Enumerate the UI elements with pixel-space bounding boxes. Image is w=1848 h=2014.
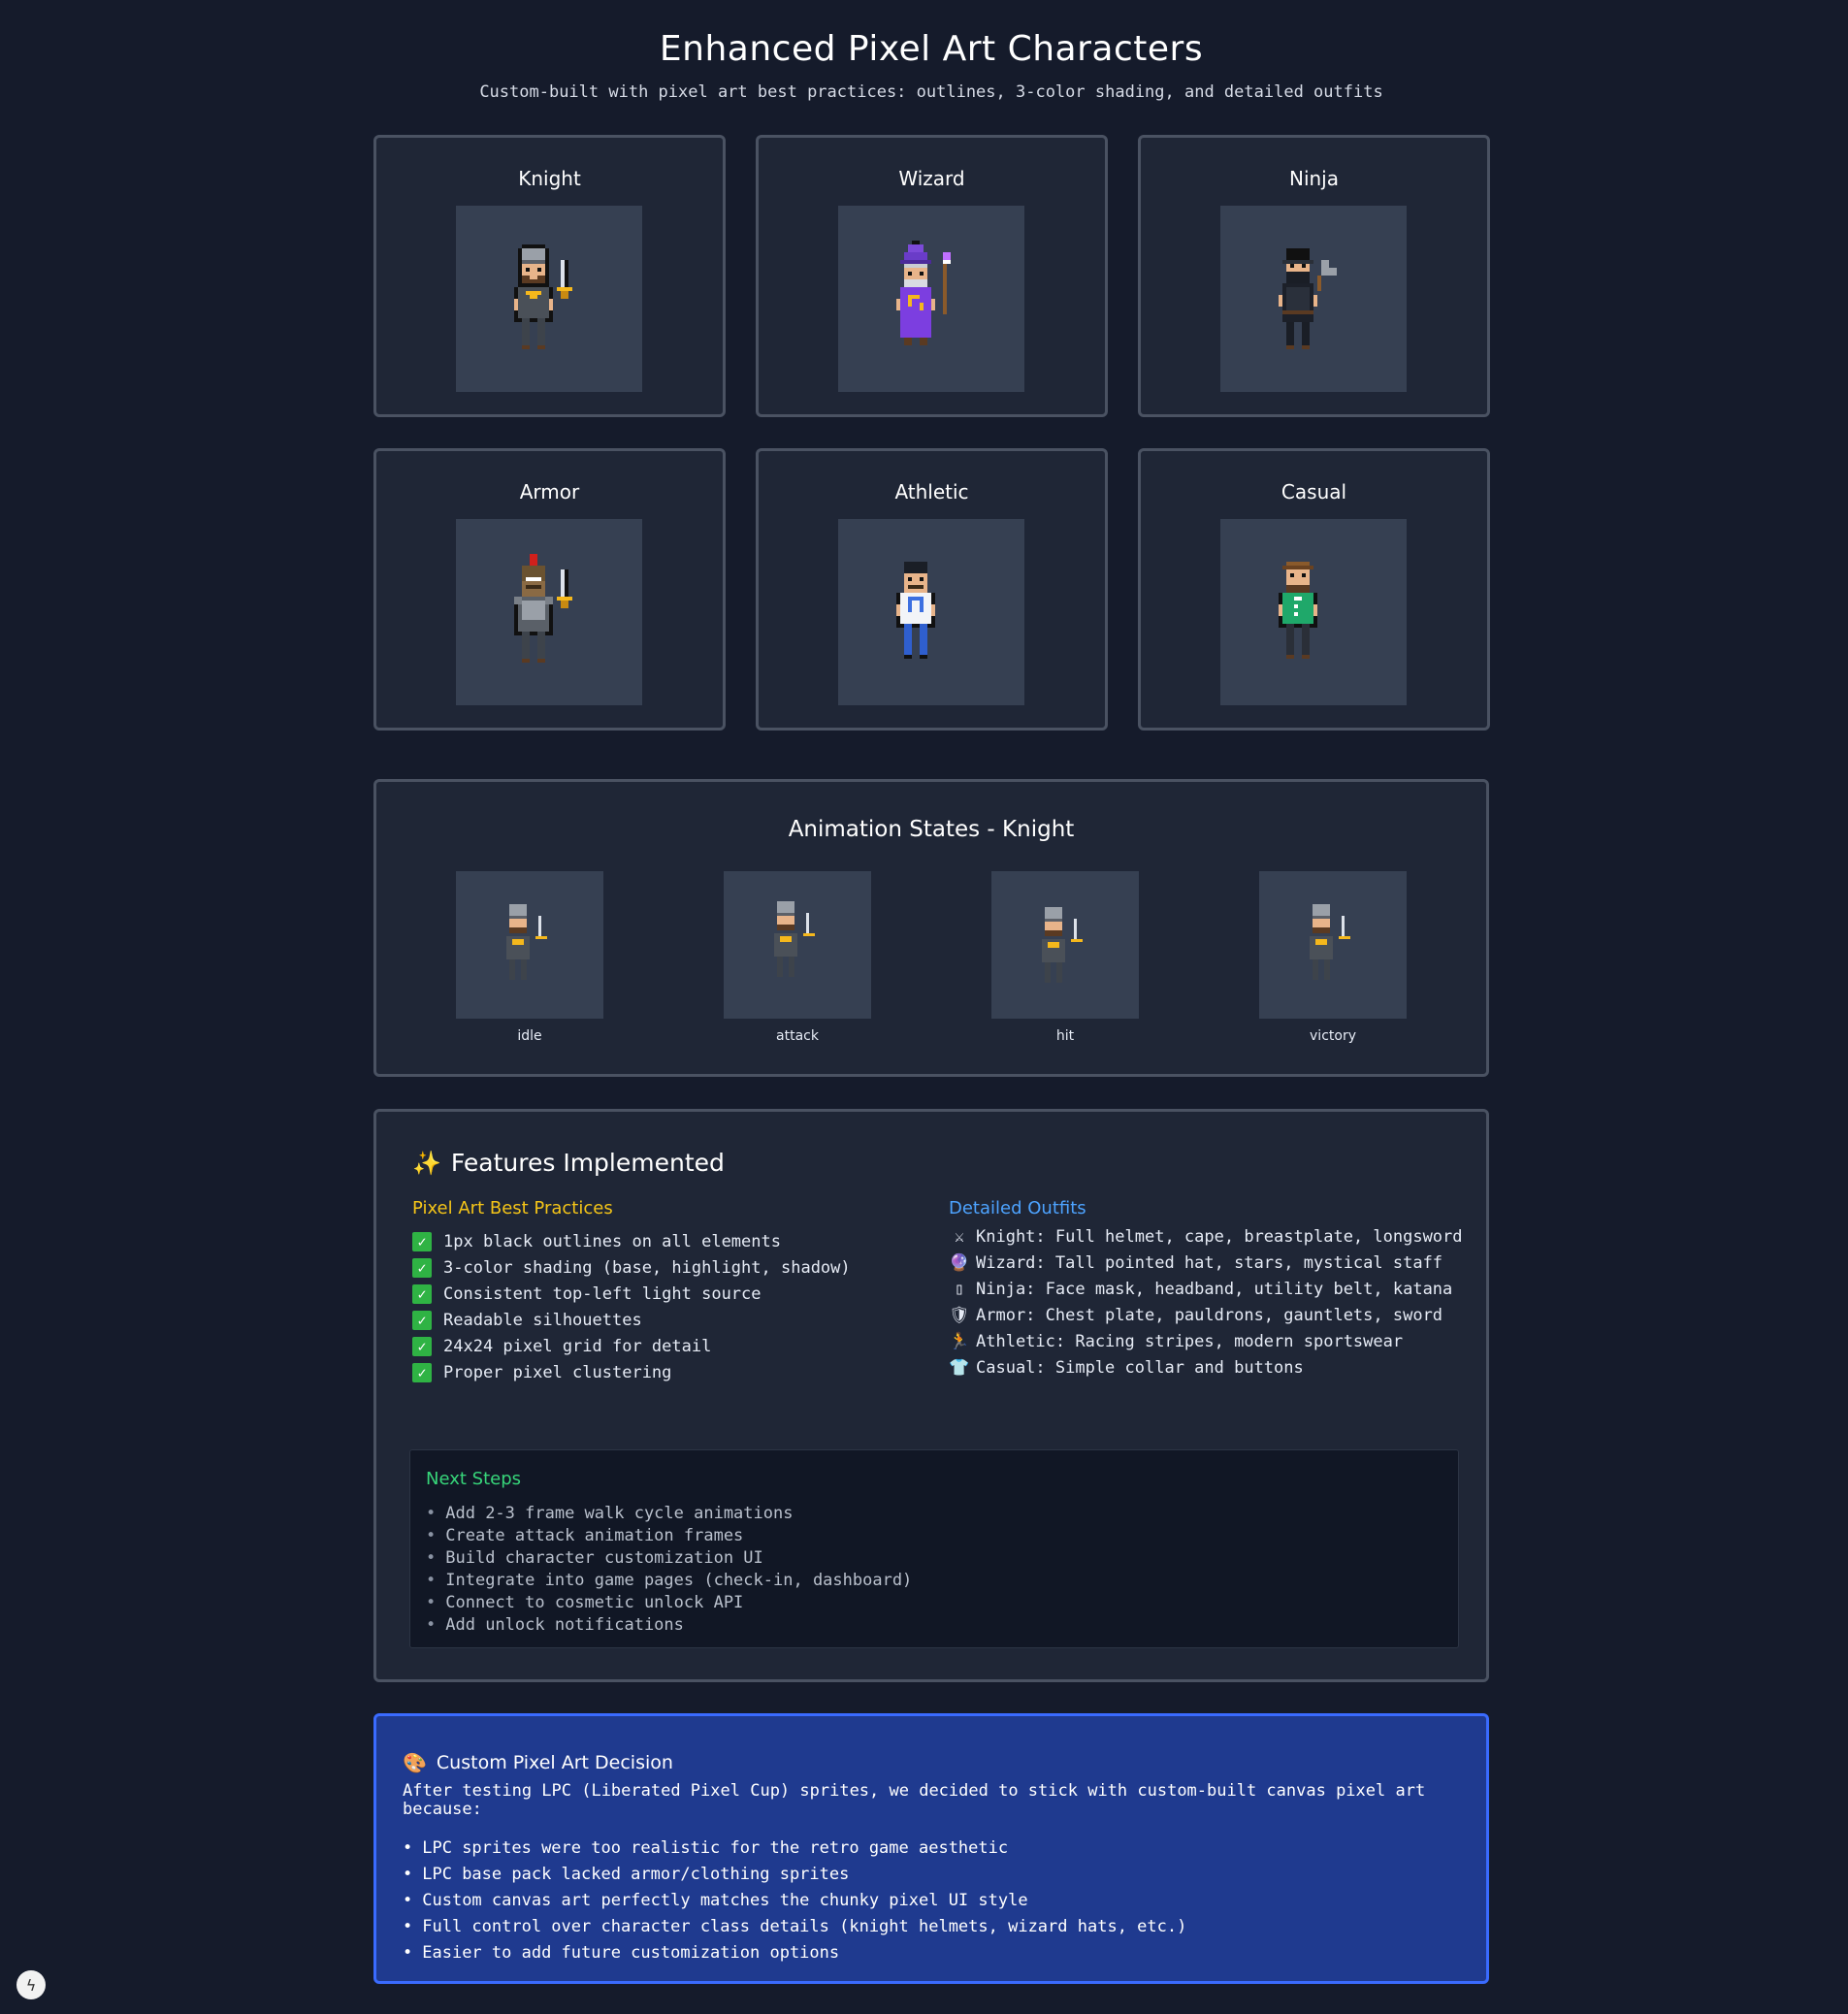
- card-title: Ninja: [1288, 167, 1339, 190]
- page-container: Enhanced Pixel Art Characters Custom-bui…: [373, 0, 1490, 1984]
- list-item: LPC sprites were too realistic for the r…: [403, 1838, 1186, 1865]
- ninja-sprite: [1279, 248, 1337, 349]
- list-item: 👕 Casual: Simple collar and buttons: [949, 1358, 1304, 1378]
- decision-title-text: Custom Pixel Art Decision: [436, 1752, 673, 1773]
- sprite-frame: [1220, 519, 1407, 705]
- shirt-icon: 👕: [949, 1358, 970, 1378]
- palette-icon: 🎨: [403, 1751, 427, 1774]
- list-item: Custom canvas art perfectly matches the …: [403, 1891, 1186, 1917]
- card-title: Athletic: [894, 480, 969, 504]
- next-steps-list: Add 2-3 frame walk cycle animations Crea…: [426, 1504, 912, 1638]
- next-steps-title: Next Steps: [426, 1469, 522, 1489]
- list-item: ▯ Ninja: Face mask, headband, utility bel…: [949, 1281, 1463, 1299]
- animation-title: Animation States - Knight: [788, 817, 1075, 842]
- features-panel: ✨ Features Implemented Pixel Art Best Pr…: [373, 1109, 1489, 1682]
- list-item: ✓ Readable silhouettes: [412, 1307, 917, 1333]
- crystal-ball-icon: 🔮: [949, 1253, 970, 1273]
- features-title-text: Features Implemented: [450, 1149, 725, 1177]
- casual-sprite: [1279, 562, 1317, 659]
- list-item: ✓ 3-color shading (base, highlight, shado…: [412, 1254, 917, 1281]
- list-item: ✓ 1px black outlines on all elements: [412, 1228, 917, 1254]
- animation-states-panel: Animation States - Knight idle attack hi…: [373, 779, 1489, 1077]
- check-icon: ✓: [412, 1310, 432, 1330]
- character-card-knight[interactable]: Knight: [373, 135, 726, 417]
- page-subtitle: Custom-built with pixel art best practic…: [479, 82, 1383, 102]
- list-item: ✓ Consistent top-left light source: [412, 1281, 917, 1307]
- list-item: 🏃 Athletic: Racing stripes, modern sports…: [949, 1332, 1404, 1351]
- check-icon: ✓: [412, 1362, 432, 1382]
- sprite-frame: [456, 519, 642, 705]
- animation-frame-hit[interactable]: hit: [991, 871, 1139, 1044]
- animation-frame-attack[interactable]: attack: [724, 871, 871, 1044]
- list-item: ⚔ Knight: Full helmet, cape, breastplate,…: [949, 1228, 1463, 1247]
- sprite-frame: [456, 206, 642, 392]
- character-card-athletic[interactable]: Athletic: [756, 448, 1108, 731]
- crossed-swords-icon: ⚔: [954, 1227, 965, 1247]
- sprite-frame: [456, 871, 603, 1019]
- list-item: ✓ 24x24 pixel grid for detail: [412, 1333, 917, 1359]
- list-item: Add 2-3 frame walk cycle animations: [426, 1504, 912, 1526]
- sprite-frame: [724, 871, 871, 1019]
- animation-frame-victory[interactable]: victory: [1259, 871, 1407, 1044]
- outfits-list: ⚔ Knight: Full helmet, cape, breastplate,…: [949, 1228, 1463, 1385]
- knight-sprite: [514, 244, 572, 349]
- sprite-frame: [991, 871, 1139, 1019]
- character-card-armor[interactable]: Armor: [373, 448, 726, 731]
- ninja-icon: ▯: [954, 1280, 965, 1299]
- animation-state-label: attack: [776, 1028, 819, 1044]
- shield-icon: 🛡: [949, 1306, 970, 1325]
- list-item: Easier to add future customization optio…: [403, 1943, 1186, 1969]
- check-icon: ✓: [412, 1231, 432, 1251]
- decision-intro: After testing LPC (Liberated Pixel Cup) …: [403, 1781, 1426, 1819]
- character-card-casual[interactable]: Casual: [1138, 448, 1490, 731]
- list-item: 🛡 Armor: Chest plate, pauldrons, gauntlet…: [949, 1306, 1443, 1325]
- character-grid: Knight Wizard Ninja Armor Athletic Casua…: [373, 135, 1490, 731]
- animation-frame-idle[interactable]: idle: [456, 871, 603, 1044]
- sprite-frame: [838, 519, 1024, 705]
- knight-attack-sprite: [774, 901, 815, 977]
- card-title: Casual: [1281, 480, 1347, 504]
- knight-hit-sprite: [1042, 907, 1083, 983]
- list-item: LPC base pack lacked armor/clothing spri…: [403, 1865, 1186, 1891]
- card-title: Wizard: [898, 167, 965, 190]
- runner-icon: 🏃: [949, 1332, 970, 1351]
- decision-reasons: LPC sprites were too realistic for the r…: [403, 1838, 1186, 1969]
- card-title: Armor: [519, 480, 580, 504]
- list-item: Integrate into game pages (check-in, das…: [426, 1571, 912, 1593]
- animation-state-label: idle: [517, 1028, 542, 1044]
- features-title: ✨ Features Implemented: [412, 1149, 725, 1177]
- best-practices-list: ✓ 1px black outlines on all elements ✓ 3-c…: [412, 1228, 917, 1385]
- animation-state-label: victory: [1310, 1028, 1356, 1044]
- lightning-icon[interactable]: ϟ: [16, 1970, 46, 1999]
- character-card-ninja[interactable]: Ninja: [1138, 135, 1490, 417]
- sprite-frame: [838, 206, 1024, 392]
- animation-state-label: hit: [1055, 1028, 1075, 1044]
- decision-panel: 🎨 Custom Pixel Art Decision After testin…: [373, 1713, 1489, 1984]
- best-practices-heading: Pixel Art Best Practices: [412, 1198, 613, 1218]
- list-item: Full control over character class detail…: [403, 1917, 1186, 1943]
- list-item: 🔮 Wizard: Tall pointed hat, stars, mystic…: [949, 1253, 1443, 1273]
- armor-sprite: [514, 554, 572, 663]
- decision-title: 🎨 Custom Pixel Art Decision: [403, 1751, 673, 1774]
- list-item: Add unlock notifications: [426, 1615, 912, 1638]
- athletic-sprite: [896, 562, 935, 659]
- character-card-wizard[interactable]: Wizard: [756, 135, 1108, 417]
- list-item: Create attack animation frames: [426, 1526, 912, 1548]
- sprite-frame: [1259, 871, 1407, 1019]
- sparkles-icon: ✨: [412, 1149, 441, 1177]
- page-title: Enhanced Pixel Art Characters: [659, 29, 1204, 69]
- card-title: Knight: [518, 167, 581, 190]
- check-icon: ✓: [412, 1283, 432, 1304]
- outfits-heading: Detailed Outfits: [949, 1198, 1086, 1218]
- list-item: Connect to cosmetic unlock API: [426, 1593, 912, 1615]
- wizard-sprite: [896, 241, 951, 345]
- knight-idle-sprite: [506, 904, 547, 980]
- sprite-frame: [1220, 206, 1407, 392]
- check-icon: ✓: [412, 1336, 432, 1356]
- list-item: ✓ Proper pixel clustering: [412, 1359, 917, 1385]
- list-item: Build character customization UI: [426, 1548, 912, 1571]
- next-steps-box: Next Steps Add 2-3 frame walk cycle anim…: [409, 1449, 1459, 1648]
- check-icon: ✓: [412, 1257, 432, 1278]
- knight-victory-sprite: [1310, 904, 1350, 980]
